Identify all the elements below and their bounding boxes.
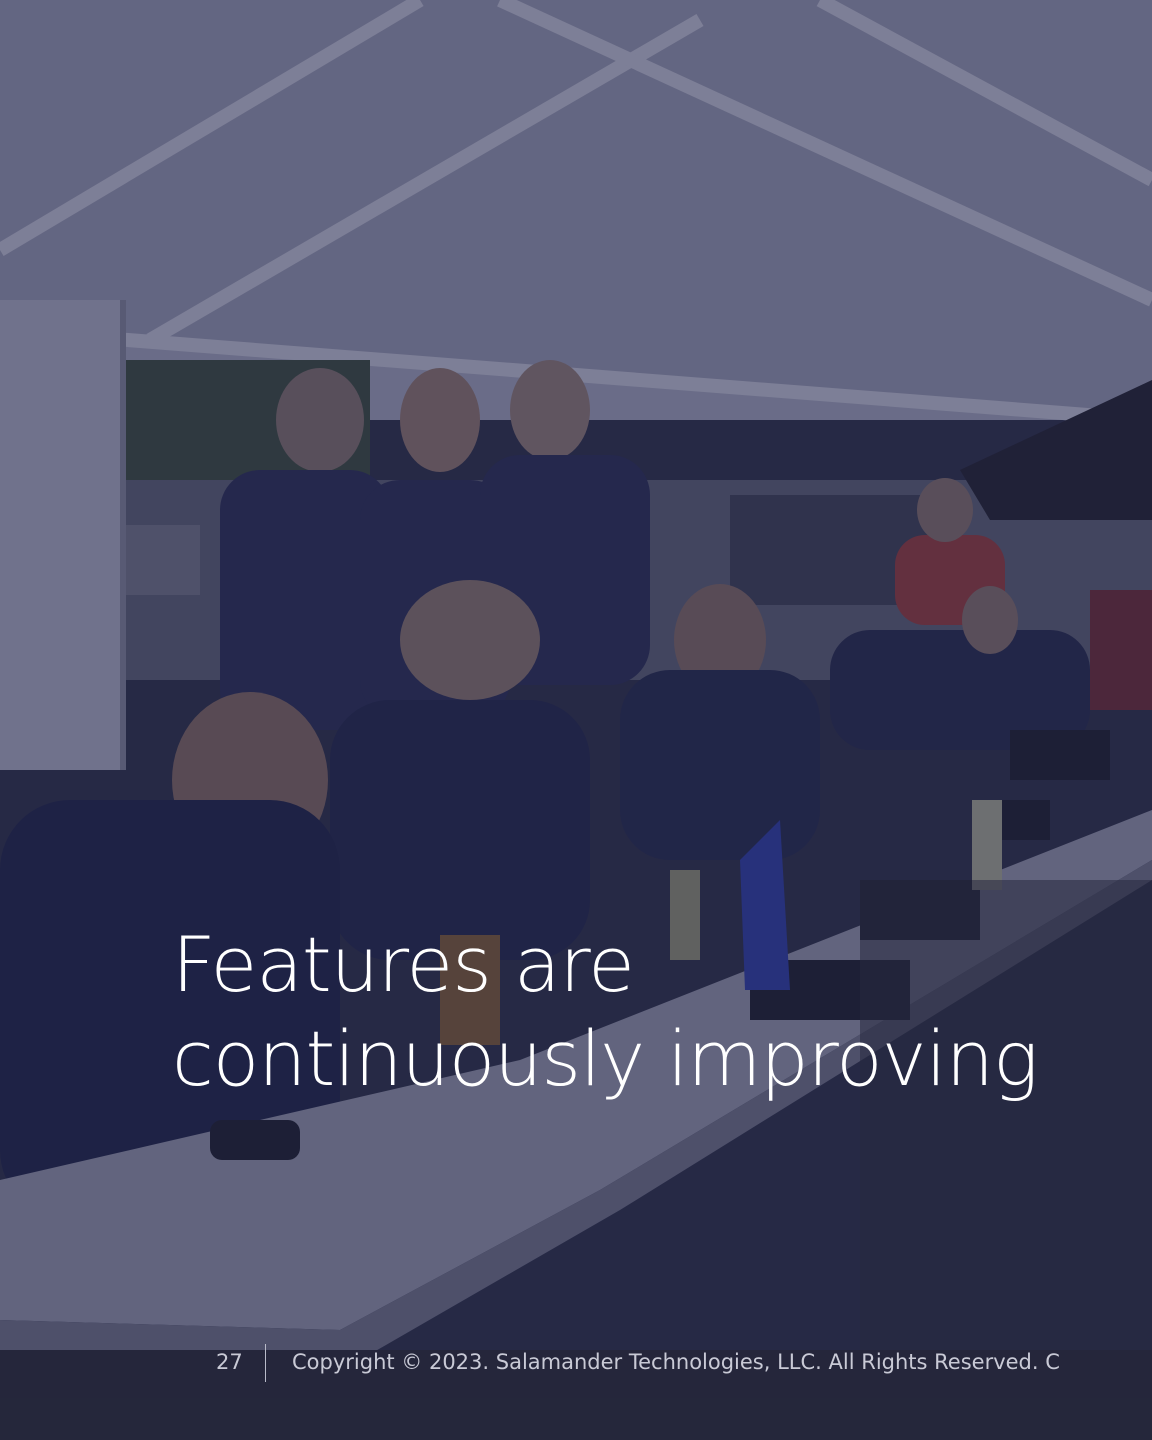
footer-divider [265,1344,266,1382]
copyright-text: Copyright © 2023. Salamander Technologie… [292,1350,1060,1374]
slide-title: Features are continuously improving [172,918,1072,1106]
dark-overlay [0,0,1152,1440]
slide-footer: 27 Copyright © 2023. Salamander Technolo… [0,1344,1152,1384]
title-line-2: continuously improving [172,1014,1039,1103]
title-line-1: Features are [172,920,635,1009]
slide: Features are continuously improving 27 C… [0,0,1152,1440]
page-number: 27 [216,1350,243,1374]
